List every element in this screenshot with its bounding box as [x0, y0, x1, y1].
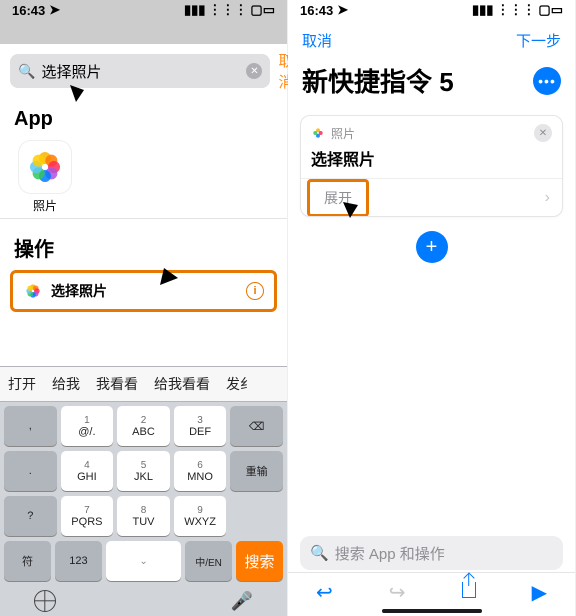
- battery-icon: ▢▭: [250, 2, 275, 18]
- keyboard-area: 打开 给我 我看看 给我看看 发纟 , 1@/. 2ABC 3DEF ⌫ . 4…: [0, 366, 287, 616]
- key-retype[interactable]: 重输: [230, 451, 283, 491]
- key-backspace[interactable]: ⌫: [230, 406, 283, 446]
- action-select-photo[interactable]: 选择照片 i: [10, 270, 277, 312]
- dimmed-background: 16:43 ➤ ▮▮▮⋮⋮⋮▢▭: [0, 0, 287, 44]
- sugg-0[interactable]: 打开: [0, 374, 44, 394]
- card-header: 照片 ✕: [301, 116, 562, 144]
- card-expand-row[interactable]: 展开 ›: [301, 178, 562, 216]
- key-4[interactable]: 4GHI: [61, 451, 114, 491]
- mic-icon[interactable]: 🎤: [231, 591, 253, 612]
- app-label: 照片: [33, 197, 57, 214]
- key-space[interactable]: ⌄: [106, 541, 181, 581]
- key-question[interactable]: ?: [4, 496, 57, 536]
- home-indicator: [382, 609, 482, 613]
- status-bar: 16:43 ➤ ▮▮▮⋮⋮⋮▢▭: [288, 0, 575, 20]
- wifi-icon: ⋮⋮⋮: [496, 2, 535, 18]
- search-row: 🔍 ✕ 取消: [0, 44, 287, 98]
- photos-app-icon: [19, 141, 71, 193]
- key-6[interactable]: 6MNO: [174, 451, 227, 491]
- share-icon[interactable]: [462, 581, 476, 604]
- chevron-right-icon: ›: [545, 189, 550, 207]
- more-button[interactable]: •••: [533, 67, 561, 95]
- card-close-icon[interactable]: ✕: [534, 124, 552, 142]
- card-app-label: 照片: [331, 125, 355, 142]
- location-icon: ➤: [49, 2, 60, 18]
- sugg-4[interactable]: 发纟: [218, 374, 262, 394]
- battery-icon: ▢▭: [538, 2, 563, 18]
- info-icon[interactable]: i: [246, 282, 264, 300]
- undo-icon[interactable]: ↩: [316, 580, 333, 605]
- title-row: 新快捷指令 5 •••: [288, 60, 575, 107]
- bottom-search-placeholder: 搜索 App 和操作: [335, 543, 445, 564]
- key-7[interactable]: 7PQRS: [61, 496, 114, 536]
- nav-bar: 取消 下一步: [288, 20, 575, 60]
- sugg-3[interactable]: 给我看看: [146, 374, 218, 394]
- key-5[interactable]: 5JKL: [117, 451, 170, 491]
- screen-left: 16:43 ➤ ▮▮▮⋮⋮⋮▢▭ 🔍 ✕ 取消 App: [0, 0, 288, 616]
- keyboard[interactable]: , 1@/. 2ABC 3DEF ⌫ . 4GHI 5JKL 6MNO 重输 ?…: [0, 402, 287, 616]
- search-icon: 🔍: [18, 63, 35, 80]
- action-label: 选择照片: [51, 281, 238, 301]
- key-8[interactable]: 8TUV: [117, 496, 170, 536]
- key-symbols[interactable]: 符: [4, 541, 51, 581]
- play-icon[interactable]: ▶: [532, 580, 547, 605]
- sugg-2[interactable]: 我看看: [88, 374, 146, 394]
- backspace-icon: ⌫: [249, 420, 265, 433]
- status-time: 16:43: [300, 3, 333, 18]
- search-field[interactable]: 🔍 ✕: [10, 54, 270, 88]
- search-icon: 🔍: [310, 544, 329, 562]
- sugg-1[interactable]: 给我: [44, 374, 88, 394]
- signal-icon: ▮▮▮: [184, 2, 205, 18]
- key-1[interactable]: 1@/.: [61, 406, 114, 446]
- key-lang[interactable]: 中/EN: [185, 541, 232, 581]
- photos-mini-icon: [311, 126, 325, 140]
- nav-cancel-button[interactable]: 取消: [302, 30, 332, 51]
- key-2[interactable]: 2ABC: [117, 406, 170, 446]
- signal-icon: ▮▮▮: [472, 2, 493, 18]
- key-3[interactable]: 3DEF: [174, 406, 227, 446]
- nav-next-button[interactable]: 下一步: [516, 30, 561, 51]
- status-bar: 16:43 ➤ ▮▮▮⋮⋮⋮▢▭: [0, 0, 287, 20]
- search-input[interactable]: [41, 63, 240, 80]
- card-title: 选择照片: [301, 144, 562, 178]
- action-card[interactable]: 照片 ✕ 选择照片 展开 ›: [300, 115, 563, 217]
- add-action-button[interactable]: +: [416, 231, 448, 263]
- status-right: ▮▮▮⋮⋮⋮▢▭: [184, 2, 275, 18]
- location-icon: ➤: [337, 2, 348, 18]
- section-actions-title: 操作: [0, 223, 287, 264]
- status-right: ▮▮▮⋮⋮⋮▢▭: [472, 2, 563, 18]
- clear-icon[interactable]: ✕: [246, 63, 262, 79]
- wifi-icon: ⋮⋮⋮: [208, 2, 247, 18]
- expand-highlight[interactable]: 展开: [307, 179, 369, 217]
- globe-icon[interactable]: [34, 590, 56, 612]
- key-comma[interactable]: ,: [4, 406, 57, 446]
- page-title: 新快捷指令 5: [302, 62, 454, 99]
- keyboard-suggestions[interactable]: 打开 给我 我看看 给我看看 发纟: [0, 366, 287, 402]
- bottom-search-field[interactable]: 🔍 搜索 App 和操作: [300, 536, 563, 570]
- expand-label: 展开: [324, 188, 352, 208]
- photos-mini-icon: [23, 281, 43, 301]
- key-123[interactable]: 123: [55, 541, 102, 581]
- mic-small-icon: ⌄: [139, 556, 147, 567]
- redo-icon[interactable]: ↪: [389, 580, 406, 605]
- keyboard-bottom: 🎤: [4, 586, 283, 614]
- screen-right: 16:43 ➤ ▮▮▮⋮⋮⋮▢▭ 取消 下一步 新快捷指令 5 ••• 照片 ✕ …: [288, 0, 576, 616]
- key-search[interactable]: 搜索: [236, 541, 283, 581]
- key-9[interactable]: 9WXYZ: [174, 496, 227, 536]
- status-time: 16:43: [12, 3, 45, 18]
- actions-section: 操作 选择照片 i: [0, 219, 287, 312]
- section-app-title: App: [0, 98, 287, 133]
- app-item-photos[interactable]: 照片: [14, 141, 76, 214]
- key-period[interactable]: .: [4, 451, 57, 491]
